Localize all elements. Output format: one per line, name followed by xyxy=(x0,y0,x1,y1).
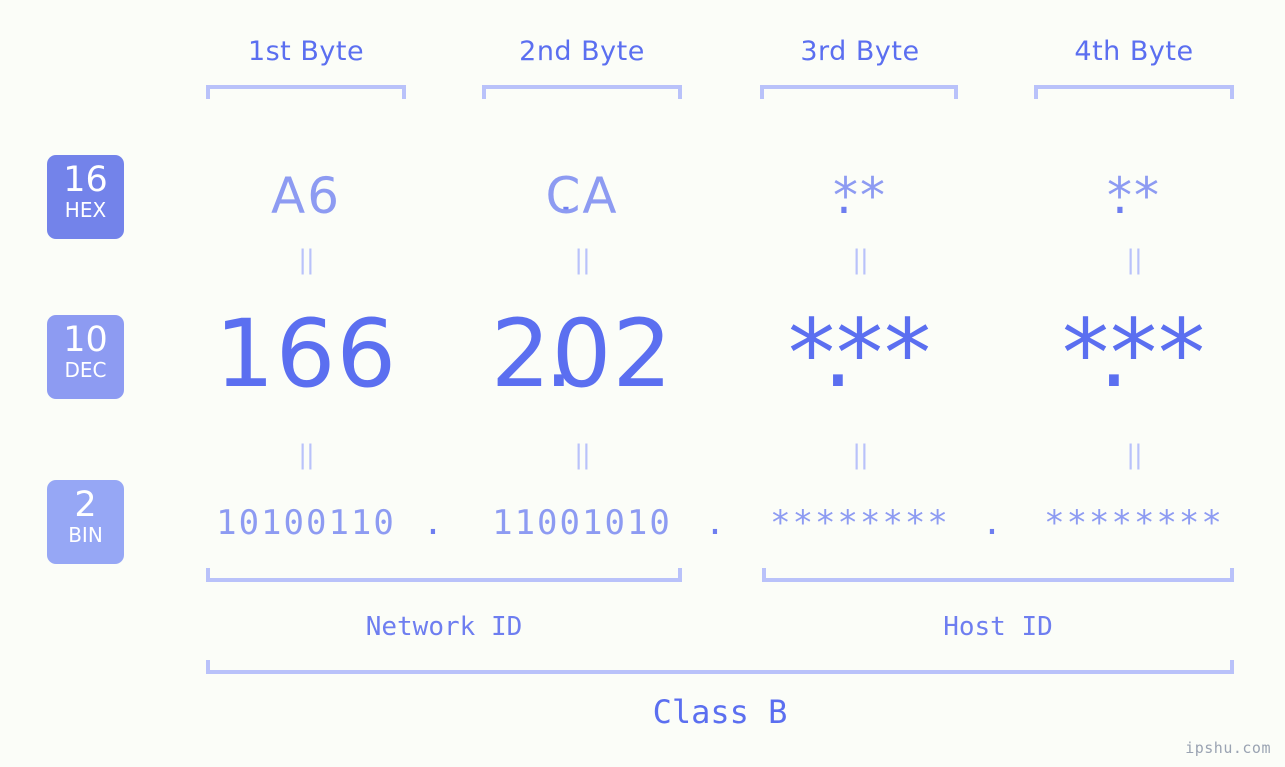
dec-byte-2: 202 xyxy=(490,300,674,409)
equality-marker-dec-bin-2: || xyxy=(574,440,591,470)
bin-byte-1: 10100110 xyxy=(216,503,396,543)
hex-byte-2: CA xyxy=(545,167,619,225)
base-badge-bin-abbr: BIN xyxy=(68,523,103,547)
class-bracket xyxy=(206,660,1234,674)
base-badge-bin-number: 2 xyxy=(74,485,97,525)
host-id-label: Host ID xyxy=(943,612,1053,642)
byte-header-3: 3rd Byte xyxy=(800,36,920,67)
base-badge-dec-abbr: DEC xyxy=(64,358,107,382)
base-badge-hex: 16 HEX xyxy=(47,155,124,239)
dec-byte-1: 166 xyxy=(214,300,398,409)
dec-value-row: 166 . 202 . *** . *** xyxy=(150,290,1285,420)
byte-header-2: 2nd Byte xyxy=(519,36,645,67)
class-label: Class B xyxy=(652,693,788,731)
bin-byte-2: 11001010 xyxy=(492,503,672,543)
equality-marker-hex-dec-2: || xyxy=(574,245,591,275)
bin-byte-3: ******** xyxy=(770,503,950,543)
equality-marker-hex-dec-4: || xyxy=(1126,245,1143,275)
base-badge-bin: 2 BIN xyxy=(47,480,124,564)
byte-bracket-3 xyxy=(760,85,958,99)
network-id-bracket xyxy=(206,568,682,582)
base-badge-hex-abbr: HEX xyxy=(64,198,107,222)
bin-separator-2: . xyxy=(704,503,726,543)
equality-marker-hex-dec-1: || xyxy=(298,245,315,275)
dec-byte-3: *** xyxy=(788,300,932,409)
equality-marker-dec-bin-4: || xyxy=(1126,440,1143,470)
equality-marker-hex-dec-3: || xyxy=(852,245,869,275)
base-badge-hex-number: 16 xyxy=(63,160,108,200)
site-watermark: ipshu.com xyxy=(1185,739,1271,757)
byte-bracket-1 xyxy=(206,85,406,99)
hex-byte-3: ** xyxy=(833,167,887,225)
bin-separator-1: . xyxy=(422,503,444,543)
network-id-label: Network ID xyxy=(365,612,523,642)
ip-address-breakdown-diagram: 1st Byte 2nd Byte 3rd Byte 4th Byte 16 H… xyxy=(0,0,1285,767)
base-badge-dec: 10 DEC xyxy=(47,315,124,399)
byte-header-1: 1st Byte xyxy=(247,36,365,67)
hex-value-row: A6 . CA . ** . ** xyxy=(150,148,1285,244)
host-id-bracket xyxy=(762,568,1234,582)
dec-byte-4: *** xyxy=(1062,300,1206,409)
equality-marker-dec-bin-1: || xyxy=(298,440,315,470)
base-badge-dec-number: 10 xyxy=(63,320,108,360)
hex-byte-1: A6 xyxy=(270,167,341,225)
byte-header-4: 4th Byte xyxy=(1074,36,1194,67)
byte-bracket-4 xyxy=(1034,85,1234,99)
bin-byte-4: ******** xyxy=(1044,503,1224,543)
hex-byte-4: ** xyxy=(1107,167,1161,225)
byte-bracket-2 xyxy=(482,85,682,99)
equality-marker-dec-bin-3: || xyxy=(852,440,869,470)
bin-value-row: 10100110 . 11001010 . ******** . *******… xyxy=(150,488,1285,558)
bin-separator-3: . xyxy=(981,503,1003,543)
